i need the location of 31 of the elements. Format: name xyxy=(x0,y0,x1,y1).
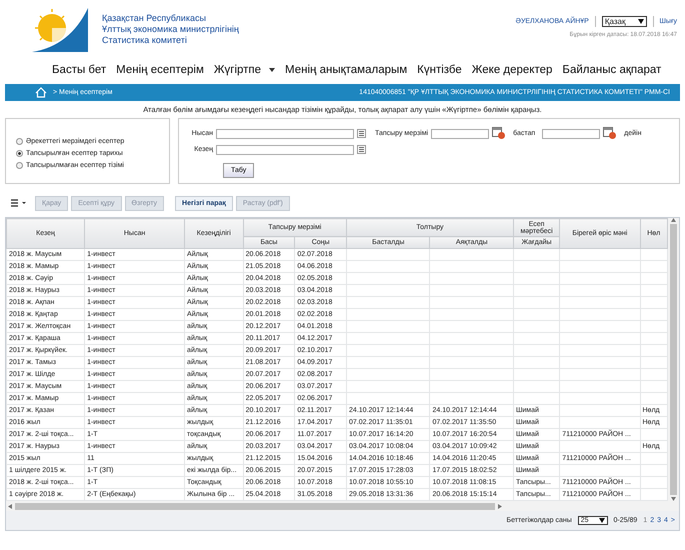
scroll-left-icon[interactable] xyxy=(8,504,12,508)
date-to-field[interactable] xyxy=(542,128,600,138)
organization-name-line: Қазақстан Республикасы xyxy=(102,13,207,24)
menu-item[interactable]: Менің анықтамаларым xyxy=(285,64,408,76)
language-select[interactable]: Қазақ xyxy=(602,16,646,27)
radio-button[interactable] xyxy=(16,162,23,168)
caret-icon[interactable] xyxy=(598,518,605,523)
caret-icon[interactable] xyxy=(269,68,276,72)
radio-button[interactable] xyxy=(16,150,23,156)
date-from-field[interactable] xyxy=(431,128,490,138)
calendar-icon[interactable] xyxy=(603,127,618,140)
period-field[interactable] xyxy=(216,144,354,154)
list-icon[interactable] xyxy=(357,129,366,138)
menu-item[interactable]: Жеке деректер xyxy=(472,64,552,76)
menu-item[interactable]: Жүгіртпе xyxy=(214,64,262,76)
list-icon[interactable] xyxy=(357,145,366,154)
radio-button[interactable] xyxy=(16,138,23,144)
calendar-icon[interactable] xyxy=(492,127,506,140)
menu-item[interactable]: Байланыс ақпарат xyxy=(562,64,662,76)
caret-icon[interactable] xyxy=(638,19,644,24)
vertical-scrollbar[interactable] xyxy=(668,218,679,501)
home-icon[interactable] xyxy=(35,87,47,98)
organization-name-line: Ұлттық экономика министрлігінің xyxy=(102,24,239,35)
menu-item[interactable]: Күнтізбе xyxy=(417,64,462,76)
scroll-right-icon[interactable] xyxy=(498,504,502,508)
organization-name-line: Статистика комитеті xyxy=(102,35,188,46)
menu-item[interactable]: Басты бет xyxy=(52,64,106,76)
horizontal-scrollbar[interactable] xyxy=(6,501,679,511)
scroll-up-icon[interactable] xyxy=(671,218,676,222)
menu-item[interactable]: Менің есептерім xyxy=(116,64,204,76)
form-field[interactable] xyxy=(216,128,354,138)
